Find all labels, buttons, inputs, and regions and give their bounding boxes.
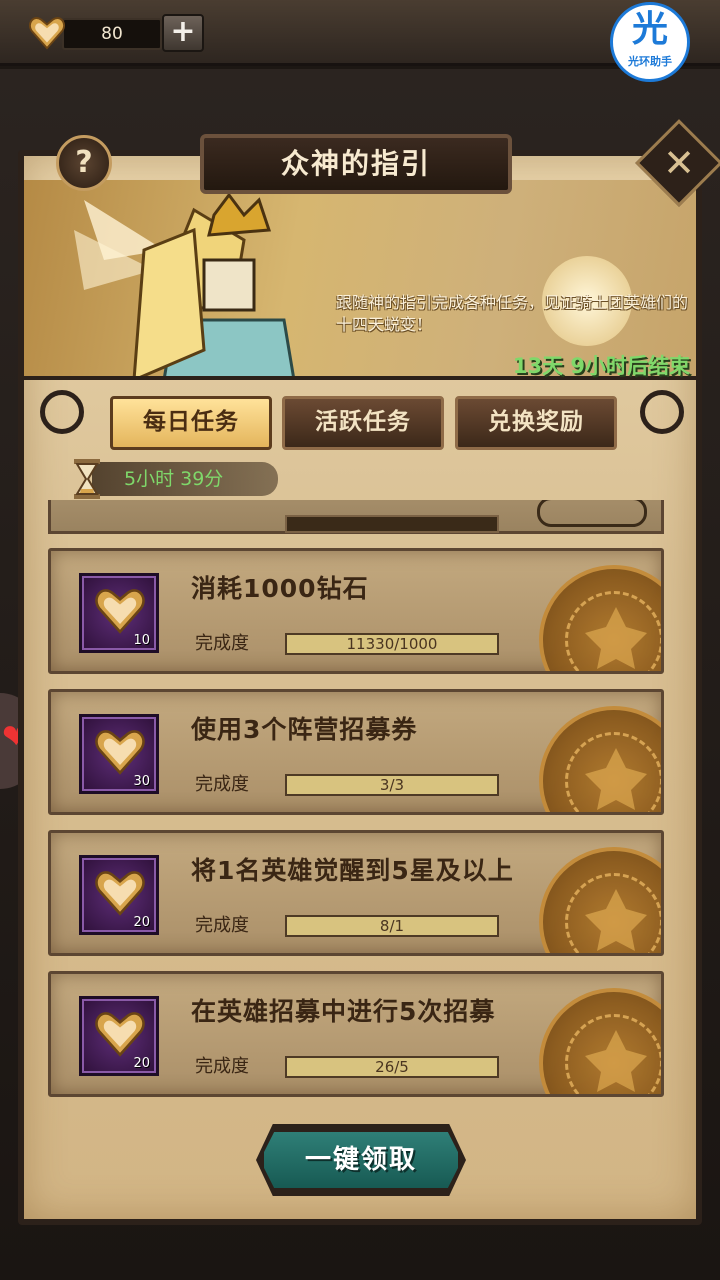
currency-bar: 80 + 光 光环助手 [0,0,720,82]
knight-emblem-icon [585,607,647,669]
daily-reset-countdown: 5小时 39分 [92,462,278,496]
claim-all-button[interactable]: 一键领取 [260,1128,462,1192]
tab-exchange-rewards[interactable]: 兑换奖励 [455,396,617,450]
heart-coin-icon [95,1012,145,1057]
banner-description: 跟随神的指引完成各种任务，见证骑士团英雄们的十四天蜕变！ [336,293,689,334]
progress-bar: 26/5 [285,1056,499,1078]
completed-seal [539,706,661,812]
right-ornament [640,390,684,434]
tab-daily-tasks[interactable]: 每日任务 [110,396,272,450]
add-currency-button[interactable]: + [162,14,204,52]
heart-coin-icon [95,730,145,775]
reward-quantity: 20 [133,915,150,930]
tab-active-tasks[interactable]: 活跃任务 [282,396,444,450]
heart-coin-icon [95,871,145,916]
task-card: 20 在英雄招募中进行5次招募 完成度 26/5 [48,971,664,1097]
progress-bar: 11330/1000 [285,633,499,655]
progress-label: 完成度 [195,915,249,936]
progress-label: 完成度 [195,774,249,795]
task-title: 消耗1000钻石 [191,574,369,603]
knight-emblem-icon [585,889,647,951]
event-end-timer: 13天 9小时后结束 [512,354,690,378]
task-title: 使用3个阵营招募券 [191,715,418,744]
reward-quantity: 20 [133,1056,150,1071]
progress-text: 26/5 [375,1058,409,1076]
completed-seal [539,988,661,1094]
heart-coin-icon [95,589,145,634]
reward-quantity: 10 [133,633,150,648]
goddess-illustration [74,192,295,376]
task-card: 20 将1名英雄觉醒到5星及以上 完成度 8/1 [48,830,664,956]
close-icon: ✕ [663,141,695,185]
task-title: 在英雄招募中进行5次招募 [191,997,496,1026]
help-button[interactable]: ? [56,135,112,191]
reward-item[interactable]: 10 [79,573,159,653]
progress-label: 完成度 [195,633,249,654]
progress-text: 11330/1000 [346,635,438,653]
knight-emblem-icon [585,748,647,810]
currency-amount: 80 [62,18,162,50]
task-card: 30 使用3个阵营招募券 完成度 3/3 [48,689,664,815]
progress-label: 完成度 [195,1056,249,1077]
partial-task-card [48,500,664,534]
progress-text: 3/3 [379,776,405,794]
progress-text: 8/1 [379,917,405,935]
partial-progress-bar [285,515,499,533]
progress-bar: 8/1 [285,915,499,937]
partial-go-button[interactable] [537,500,647,527]
reward-quantity: 30 [133,774,150,789]
assistant-logo-char: 光 [631,9,668,50]
completed-seal [539,565,661,671]
panel-title: 众神的指引 [200,134,512,194]
reward-item[interactable]: 20 [79,855,159,935]
heart-coin-icon [28,17,66,50]
knight-emblem-icon [585,1030,647,1092]
completed-seal [539,847,661,953]
task-title: 将1名英雄觉醒到5星及以上 [191,856,514,885]
assistant-label: 光环助手 [628,55,672,68]
task-list[interactable]: 10 消耗1000钻石 完成度 11330/1000 30 使用3个阵营招募券 … [44,500,668,1100]
task-card: 10 消耗1000钻石 完成度 11330/1000 [48,548,664,674]
assistant-app-badge[interactable]: 光 光环助手 [610,2,690,82]
reward-item[interactable]: 30 [79,714,159,794]
progress-bar: 3/3 [285,774,499,796]
reward-item[interactable]: 20 [79,996,159,1076]
hourglass-icon [74,459,100,499]
left-ornament [40,390,84,434]
